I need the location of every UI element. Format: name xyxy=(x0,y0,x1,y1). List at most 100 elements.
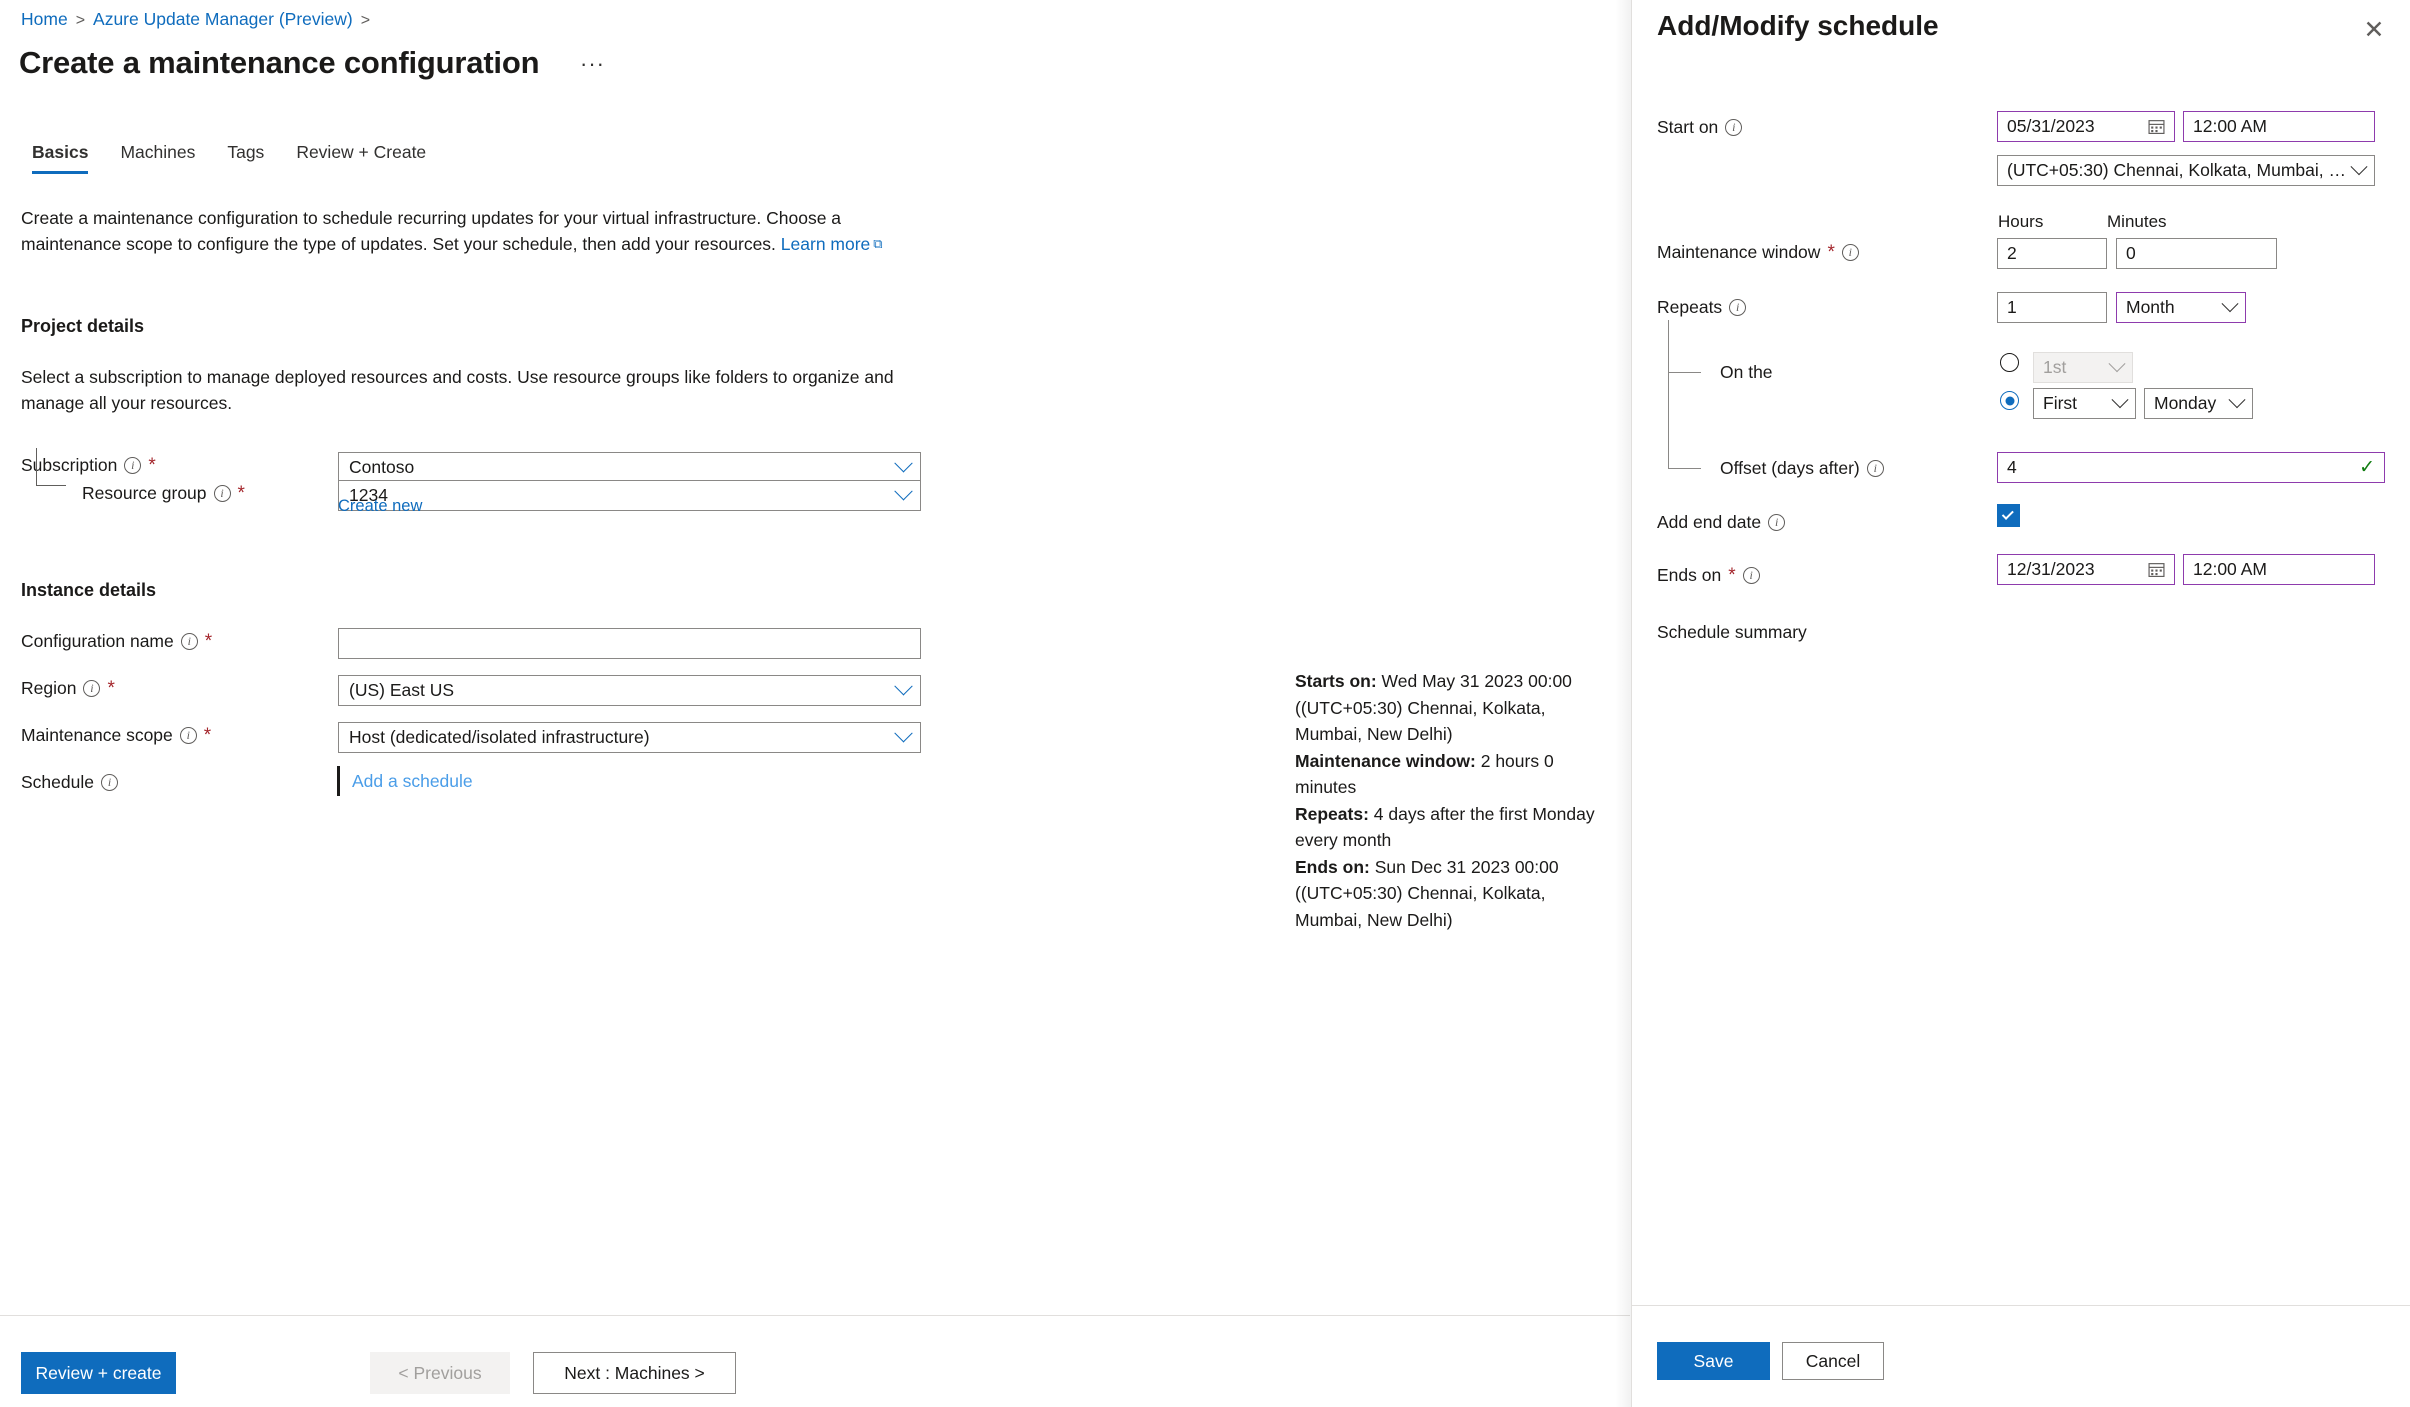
add-schedule-wrapper: Add a schedule xyxy=(337,765,473,797)
tab-basics[interactable]: Basics xyxy=(16,142,104,174)
intro-text: Create a maintenance configuration to sc… xyxy=(21,208,842,254)
maintenance-window-minutes-input[interactable]: 0 xyxy=(2116,238,2277,269)
maintenance-window-label-group: Maintenance window * i xyxy=(1657,242,1859,263)
resource-group-value: 1234 xyxy=(349,485,388,505)
region-label-group: Region i * xyxy=(21,678,115,699)
maintenance-scope-value: Host (dedicated/isolated infrastructure) xyxy=(349,727,650,747)
on-the-label: On the xyxy=(1720,362,1773,382)
chevron-down-icon xyxy=(894,677,913,696)
repeats-unit-value: Month xyxy=(2126,297,2175,317)
info-icon[interactable]: i xyxy=(1742,567,1760,584)
required-asterisk: * xyxy=(1827,242,1835,263)
chevron-down-icon xyxy=(894,482,913,501)
on-the-day-radio[interactable] xyxy=(2000,353,2019,372)
offset-label: Offset (days after) xyxy=(1720,458,1860,478)
required-asterisk: * xyxy=(204,631,213,652)
repeats-tree-branch-on-the xyxy=(1668,372,1701,373)
breadcrumb-home[interactable]: Home xyxy=(21,9,68,29)
hours-column-header: Hours xyxy=(1998,212,2044,231)
breadcrumb-azure-update-manager[interactable]: Azure Update Manager (Preview) xyxy=(93,9,353,29)
timezone-dropdown[interactable]: (UTC+05:30) Chennai, Kolkata, Mumbai, N.… xyxy=(1997,155,2375,186)
maintenance-window-minutes-value: 0 xyxy=(2126,243,2136,263)
offset-days-value: 4 xyxy=(2007,457,2017,477)
info-icon[interactable]: i xyxy=(213,485,231,502)
chevron-down-icon xyxy=(894,724,913,743)
learn-more-link[interactable]: Learn more ⧉ xyxy=(781,234,883,254)
resource-group-label: Resource group xyxy=(82,483,207,503)
focus-indicator-bar xyxy=(337,766,340,796)
timezone-value: (UTC+05:30) Chennai, Kolkata, Mumbai, N.… xyxy=(2007,160,2353,180)
calendar-icon[interactable] xyxy=(2148,118,2165,135)
minutes-column-header: Minutes xyxy=(2107,212,2167,231)
learn-more-label: Learn more xyxy=(780,234,871,254)
subscription-value: Contoso xyxy=(349,457,415,477)
maintenance-window-hours-value: 2 xyxy=(2007,243,2017,263)
configuration-name-label-group: Configuration name i * xyxy=(21,631,212,652)
resource-group-label-group: Resource group i * xyxy=(82,483,245,504)
info-icon[interactable]: i xyxy=(124,457,142,474)
info-icon[interactable]: i xyxy=(1768,514,1786,531)
info-icon[interactable]: i xyxy=(83,680,101,697)
info-icon[interactable]: i xyxy=(180,633,198,650)
configuration-name-input[interactable] xyxy=(338,628,921,659)
review-create-button[interactable]: Review + create xyxy=(21,1352,176,1394)
create-new-resource-group-link[interactable]: Create new xyxy=(338,497,422,516)
weekday-value: Monday xyxy=(2154,393,2217,413)
offset-days-input[interactable]: 4 ✓ xyxy=(1997,452,2385,483)
calendar-icon[interactable] xyxy=(2148,561,2165,578)
chevron-down-icon xyxy=(2228,390,2246,408)
week-ordinal-value: First xyxy=(2043,393,2078,413)
tab-review-create[interactable]: Review + Create xyxy=(280,142,442,174)
subscription-dropdown[interactable]: Contoso xyxy=(338,452,921,483)
checkmark-icon xyxy=(2001,507,2014,520)
azure-portal-screen: Home > Azure Update Manager (Preview) > Cre… xyxy=(0,0,2410,1407)
info-icon[interactable]: i xyxy=(1729,299,1747,316)
repeats-tree-branch-offset xyxy=(1668,468,1701,469)
repeats-label-group: Repeats i xyxy=(1657,297,1747,318)
panel-footer-divider xyxy=(1632,1305,2410,1306)
repeats-count-input[interactable]: 1 xyxy=(1997,292,2107,323)
maintenance-window-label: Maintenance window xyxy=(1657,242,1821,262)
tab-tags[interactable]: Tags xyxy=(211,142,280,174)
save-button[interactable]: Save xyxy=(1657,1342,1770,1380)
week-ordinal-dropdown[interactable]: First xyxy=(2033,388,2136,419)
cancel-button[interactable]: Cancel xyxy=(1782,1342,1884,1380)
panel-title: Add/Modify schedule xyxy=(1657,10,1939,41)
repeats-tree-line xyxy=(1668,320,1669,468)
start-on-time-input[interactable]: 12:00 AM xyxy=(2183,111,2375,142)
info-icon[interactable]: i xyxy=(100,774,118,791)
info-icon[interactable]: i xyxy=(179,727,197,744)
summary-ends-on-label: Ends on: xyxy=(1295,856,1370,877)
chevron-down-icon xyxy=(894,454,913,473)
external-link-icon: ⧉ xyxy=(873,236,883,251)
maintenance-window-hours-input[interactable]: 2 xyxy=(1997,238,2107,269)
maintenance-scope-label-group: Maintenance scope i * xyxy=(21,725,211,746)
add-a-schedule-link[interactable]: Add a schedule xyxy=(352,771,473,792)
weekday-dropdown[interactable]: Monday xyxy=(2144,388,2253,419)
ends-on-label: Ends on xyxy=(1657,565,1722,585)
close-icon[interactable]: ✕ xyxy=(2360,16,2388,44)
ends-on-date-input[interactable]: 12/31/2023 xyxy=(1997,554,2175,585)
subscription-resourcegroup-connector xyxy=(36,448,66,486)
on-the-weekday-radio[interactable] xyxy=(2000,391,2019,410)
next-machines-button[interactable]: Next : Machines > xyxy=(533,1352,736,1394)
tab-machines[interactable]: Machines xyxy=(104,142,211,174)
info-icon[interactable]: i xyxy=(1866,460,1884,477)
region-dropdown[interactable]: (US) East US xyxy=(338,675,921,706)
repeats-unit-dropdown[interactable]: Month xyxy=(2116,292,2246,323)
start-on-date-value: 05/31/2023 xyxy=(2007,116,2095,136)
summary-repeats-label: Repeats: xyxy=(1295,803,1369,824)
chevron-down-icon xyxy=(2350,157,2368,175)
ends-on-time-input[interactable]: 12:00 AM xyxy=(2183,554,2375,585)
more-options-icon[interactable]: ··· xyxy=(580,53,605,75)
chevron-down-icon xyxy=(2108,354,2126,372)
info-icon[interactable]: i xyxy=(1841,244,1859,261)
breadcrumb-separator-1: > xyxy=(75,12,86,29)
maintenance-scope-dropdown[interactable]: Host (dedicated/isolated infrastructure) xyxy=(338,722,921,753)
resource-group-dropdown[interactable]: 1234 xyxy=(338,480,921,511)
required-asterisk: * xyxy=(148,455,156,476)
start-on-label-group: Start on i xyxy=(1657,117,1743,138)
start-on-date-input[interactable]: 05/31/2023 xyxy=(1997,111,2175,142)
add-end-date-checkbox[interactable] xyxy=(1997,504,2020,527)
info-icon[interactable]: i xyxy=(1725,119,1743,136)
